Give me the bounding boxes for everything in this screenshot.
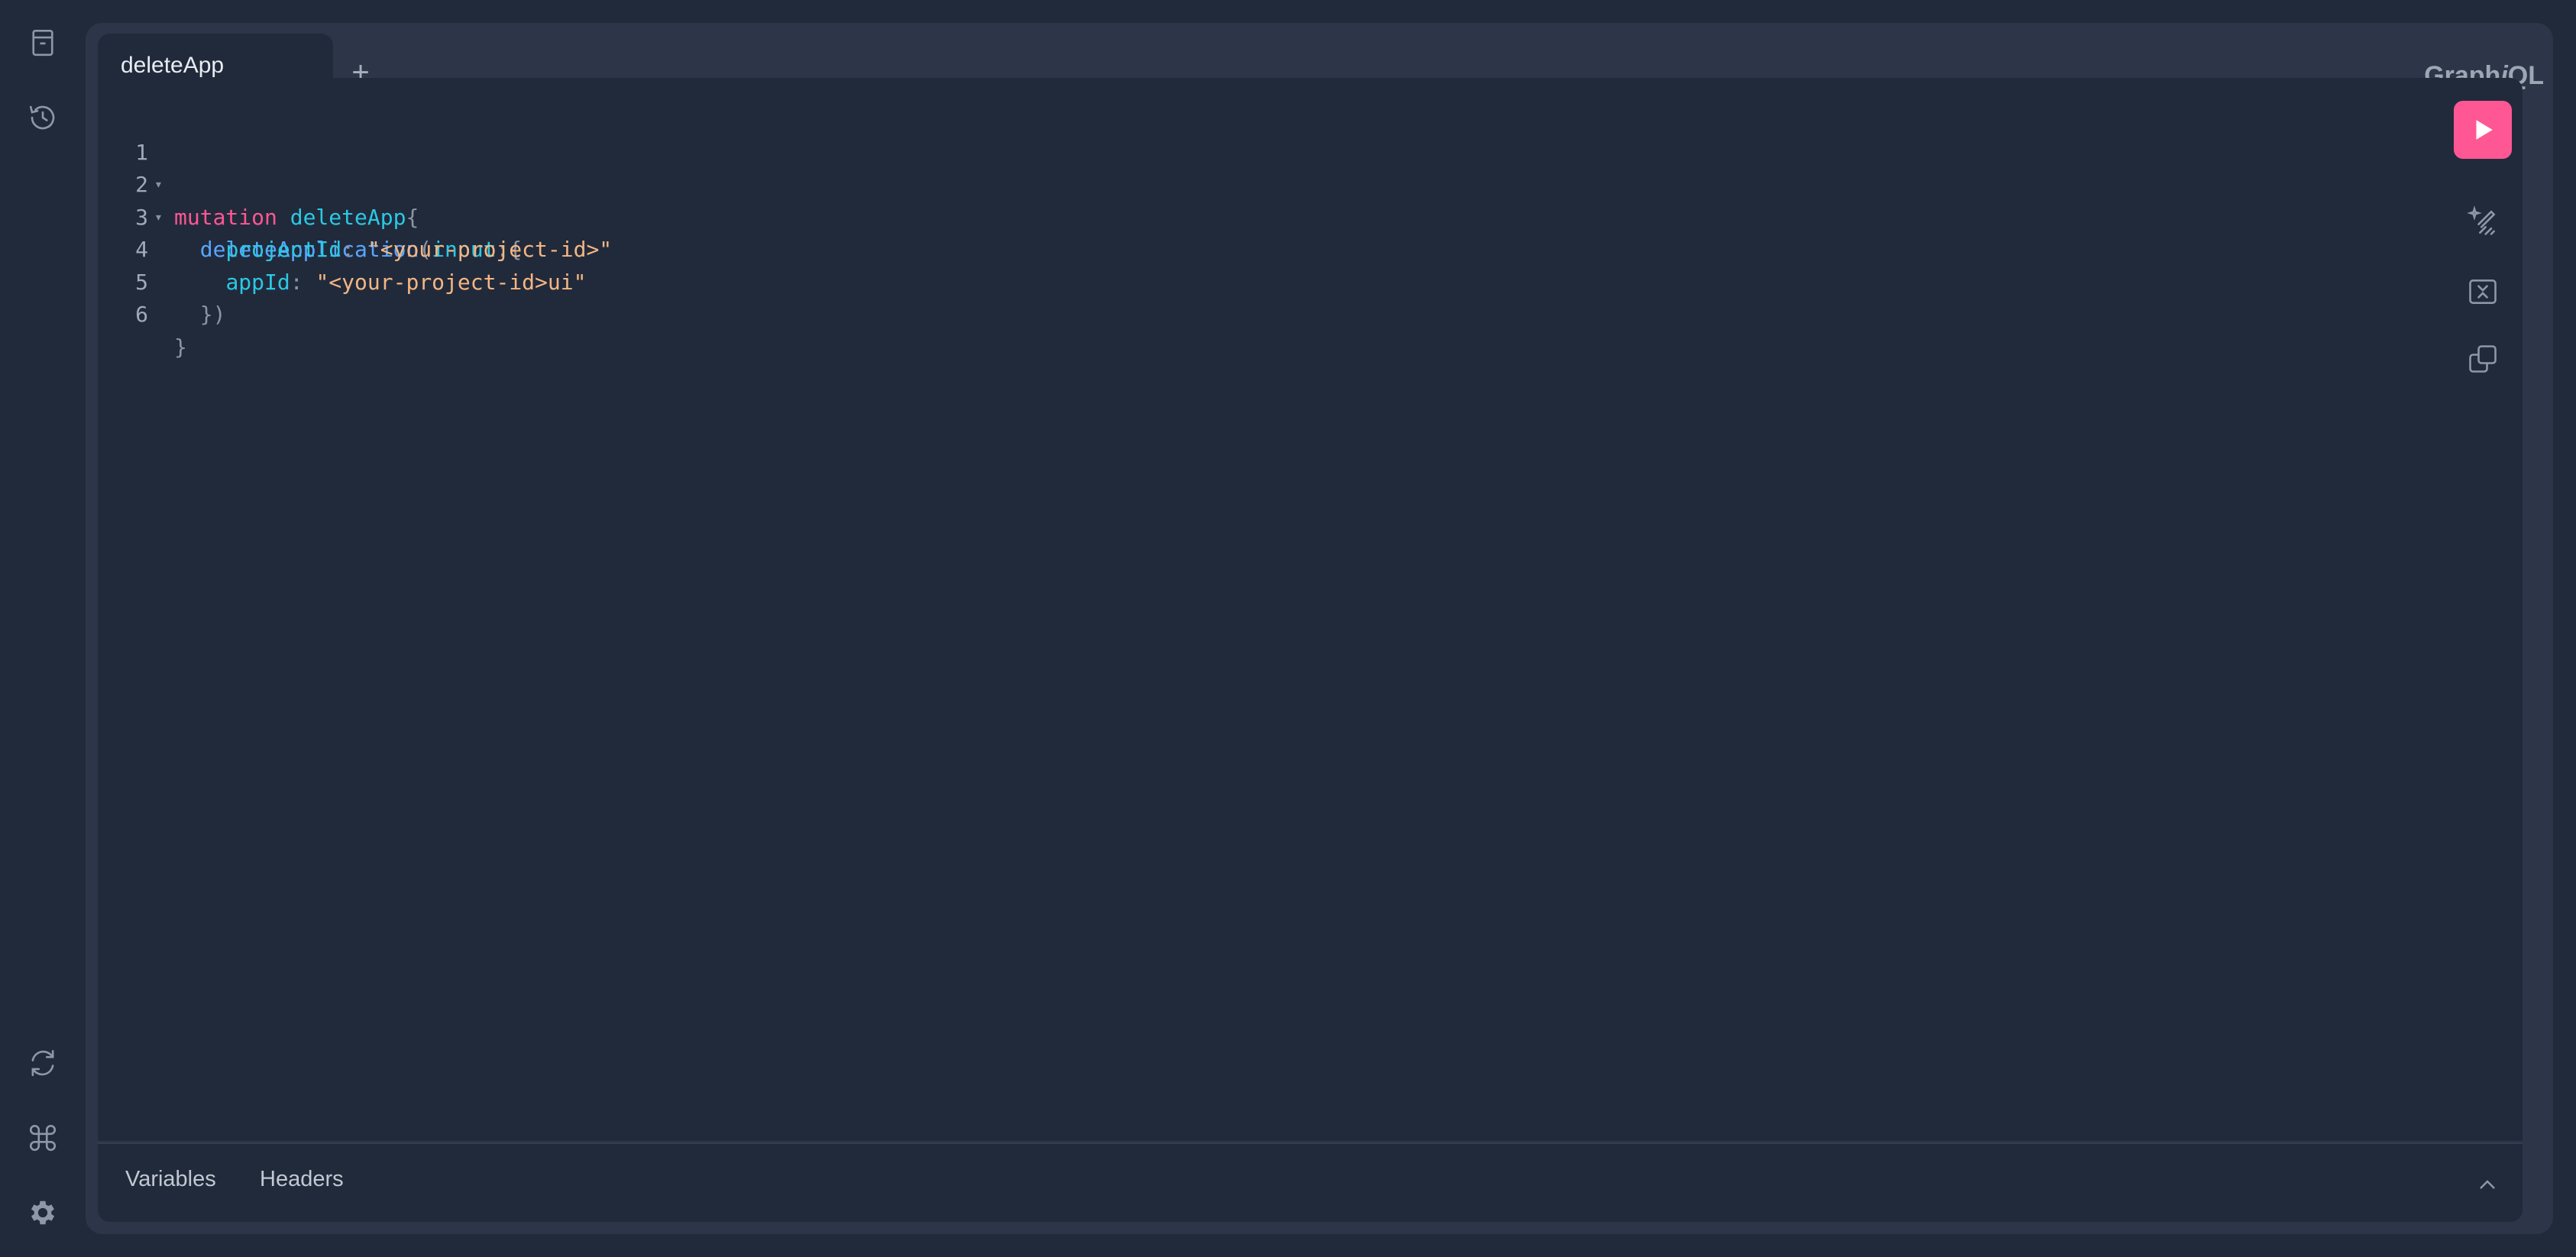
line-number: 6 (135, 302, 148, 327)
string-token: "<your-project-id>ui" (316, 269, 587, 295)
code-line: 4 appId: "<your-project-id>ui" (98, 202, 586, 295)
string-token: "<your-project-id>" (367, 237, 613, 262)
merge-fragments-icon (2469, 280, 2497, 304)
code-line: 1 ▾ mutation deleteApp{ (98, 104, 419, 230)
code-line: 2 ▾ deleteApplication(input:{ (98, 137, 522, 262)
key-token: projectId (225, 237, 342, 262)
code-line: 5 }) (98, 234, 225, 328)
copy-icon (2469, 345, 2497, 373)
tab-headers[interactable]: Headers (260, 1167, 344, 1192)
copy-query-button[interactable] (2460, 336, 2506, 382)
code-line: 6 } (98, 267, 201, 360)
punctuation-token: } (174, 334, 187, 360)
operation-name-token: deleteApp (290, 204, 406, 230)
settings-icon[interactable] (20, 1190, 66, 1236)
prettify-button[interactable] (2460, 199, 2506, 244)
tab-variables[interactable]: Variables (125, 1167, 216, 1192)
main-frame: deleteApp + GraphiQL 1 ▾ mutation delete… (86, 23, 2553, 1234)
refetch-schema-icon[interactable] (20, 1040, 66, 1086)
play-icon (2476, 120, 2493, 140)
tab-label: deleteApp (121, 53, 225, 78)
punctuation-token: { (406, 204, 419, 230)
run-query-button[interactable] (2454, 101, 2512, 159)
doc-explorer-icon[interactable] (20, 20, 66, 66)
merge-fragments-button[interactable] (2460, 269, 2506, 315)
query-editor[interactable]: 1 ▾ mutation deleteApp{ 2 ▾ deleteApplic… (98, 78, 2523, 1141)
chevron-up-icon[interactable] (2472, 1170, 2503, 1200)
sidebar (0, 0, 86, 1257)
key-token: appId (225, 269, 290, 295)
prettify-icon (2467, 205, 2496, 235)
punctuation-token: : (341, 237, 355, 262)
punctuation-token: }) (199, 302, 226, 327)
editor-tools-bar: Variables Headers (98, 1142, 2523, 1222)
punctuation-token: : (290, 269, 303, 295)
shortcut-icon[interactable] (20, 1115, 66, 1161)
history-icon[interactable] (20, 95, 66, 141)
code-line: 3 projectId: "<your-project-id>" (98, 169, 612, 263)
code-area[interactable]: 1 ▾ mutation deleteApp{ 2 ▾ deleteApplic… (98, 104, 612, 360)
